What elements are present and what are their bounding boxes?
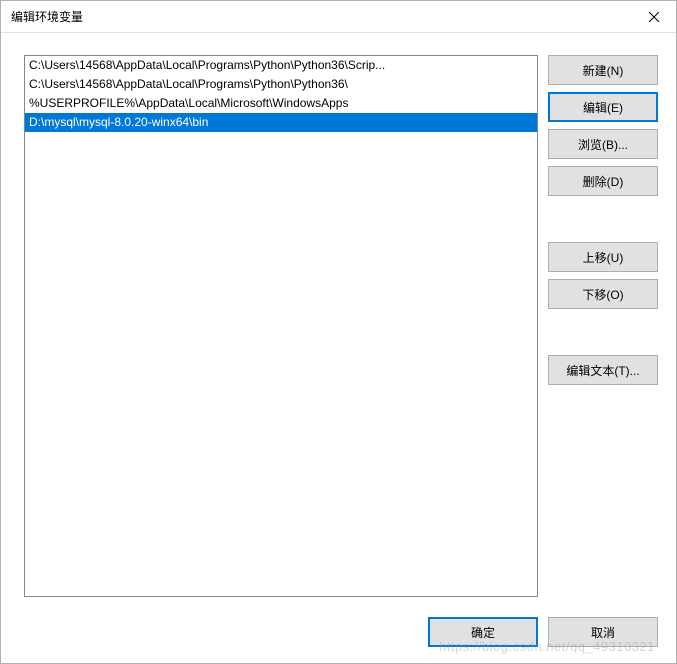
delete-button[interactable]: 删除(D) bbox=[548, 166, 658, 196]
dialog-content: C:\Users\14568\AppData\Local\Programs\Py… bbox=[1, 33, 676, 607]
new-button[interactable]: 新建(N) bbox=[548, 55, 658, 85]
edit-button[interactable]: 编辑(E) bbox=[548, 92, 658, 122]
path-list[interactable]: C:\Users\14568\AppData\Local\Programs\Py… bbox=[24, 55, 538, 597]
spacer bbox=[548, 392, 658, 597]
titlebar: 编辑环境变量 bbox=[1, 1, 676, 33]
move-up-button[interactable]: 上移(U) bbox=[548, 242, 658, 272]
dialog-window: 编辑环境变量 C:\Users\14568\AppData\Local\Prog… bbox=[0, 0, 677, 664]
button-column: 新建(N) 编辑(E) 浏览(B)... 删除(D) 上移(U) 下移(O) 编… bbox=[548, 55, 658, 597]
close-button[interactable] bbox=[631, 2, 676, 32]
list-item[interactable]: C:\Users\14568\AppData\Local\Programs\Py… bbox=[25, 56, 537, 75]
edit-text-button[interactable]: 编辑文本(T)... bbox=[548, 355, 658, 385]
ok-button[interactable]: 确定 bbox=[428, 617, 538, 647]
dialog-footer: 确定 取消 bbox=[1, 607, 676, 663]
list-item[interactable]: C:\Users\14568\AppData\Local\Programs\Py… bbox=[25, 75, 537, 94]
spacer bbox=[548, 316, 658, 348]
list-item[interactable]: D:\mysql\mysql-8.0.20-winx64\bin bbox=[25, 113, 537, 132]
spacer bbox=[548, 203, 658, 235]
browse-button[interactable]: 浏览(B)... bbox=[548, 129, 658, 159]
window-title: 编辑环境变量 bbox=[11, 8, 83, 25]
move-down-button[interactable]: 下移(O) bbox=[548, 279, 658, 309]
list-item[interactable]: %USERPROFILE%\AppData\Local\Microsoft\Wi… bbox=[25, 94, 537, 113]
cancel-button[interactable]: 取消 bbox=[548, 617, 658, 647]
close-icon bbox=[649, 12, 659, 22]
